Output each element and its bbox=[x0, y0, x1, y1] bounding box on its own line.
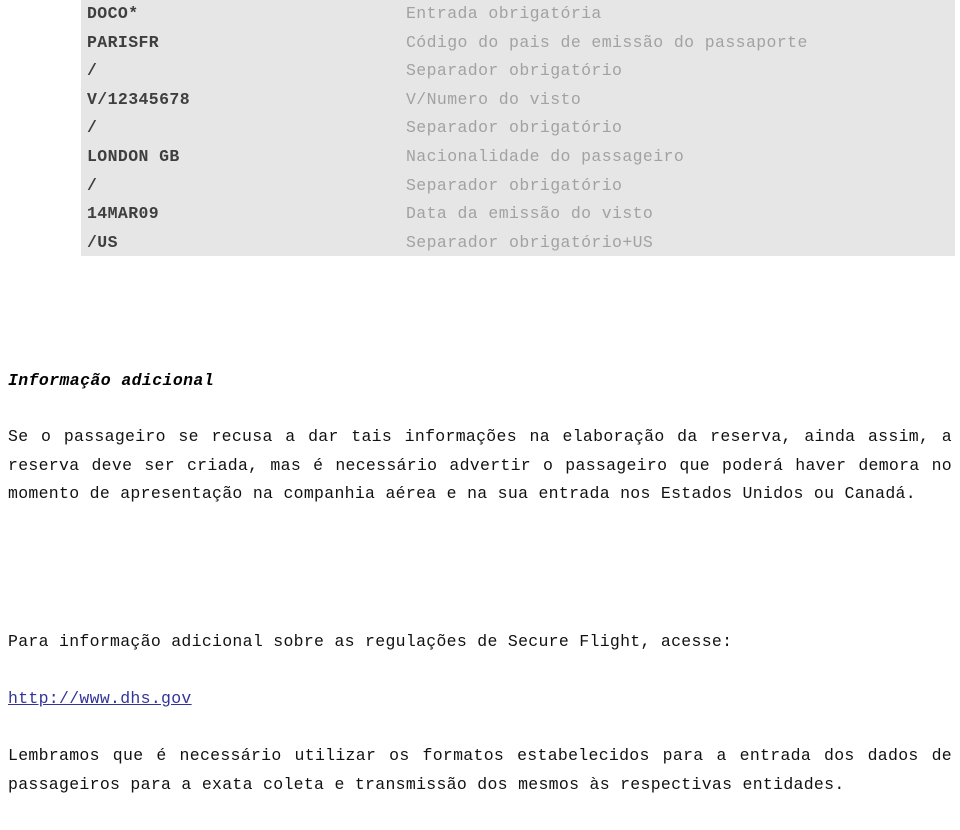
reminder-paragraph: Lembramos que é necessário utilizar os f… bbox=[8, 746, 952, 794]
dhs-website-link[interactable]: http://www.dhs.gov bbox=[8, 689, 192, 708]
format-specification-table: DOCO* Entrada obrigatória PARISFR Código… bbox=[81, 0, 955, 257]
table-row: DOCO* Entrada obrigatória bbox=[81, 0, 955, 29]
format-code-cell: / bbox=[87, 175, 98, 195]
dhs-link-container: http://www.dhs.gov bbox=[8, 685, 192, 714]
table-row: / Separador obrigatório bbox=[81, 172, 955, 201]
section-heading-additional-info: Informação adicional bbox=[8, 371, 215, 390]
format-description-cell: Separador obrigatório+US bbox=[406, 232, 654, 252]
secure-flight-lead-text: Para informação adicional sobre as regul… bbox=[8, 632, 733, 651]
table-row: LONDON GB Nacionalidade do passageiro bbox=[81, 143, 955, 172]
table-row: V/12345678 V/Numero do visto bbox=[81, 86, 955, 115]
format-code-cell: / bbox=[87, 118, 98, 138]
format-code-cell: LONDON GB bbox=[87, 146, 180, 166]
table-row: 14MAR09 Data da emissão do visto bbox=[81, 200, 955, 229]
table-row: / Separador obrigatório bbox=[81, 57, 955, 86]
format-code-cell: 14MAR09 bbox=[87, 204, 160, 224]
table-row: / Separador obrigatório bbox=[81, 114, 955, 143]
format-specification-panel: DOCO* Entrada obrigatória PARISFR Código… bbox=[81, 0, 955, 256]
additional-info-paragraph: Se o passageiro se recusa a dar tais inf… bbox=[8, 427, 952, 504]
format-description-cell: Separador obrigatório bbox=[406, 61, 623, 81]
format-code-cell: / bbox=[87, 61, 98, 81]
format-description-cell: Entrada obrigatória bbox=[406, 4, 602, 23]
format-code-cell: V/12345678 bbox=[87, 89, 191, 109]
format-description-cell: V/Numero do visto bbox=[406, 89, 582, 109]
format-table-body: DOCO* Entrada obrigatória PARISFR Código… bbox=[81, 0, 955, 257]
format-description-cell: Data da emissão do visto bbox=[406, 204, 654, 224]
format-description-cell: Nacionalidade do passageiro bbox=[406, 146, 685, 166]
format-code-cell: /US bbox=[87, 232, 118, 252]
format-code-cell: DOCO* bbox=[87, 4, 139, 23]
format-description-cell: Código do pais de emissão do passaporte bbox=[406, 32, 808, 52]
format-code-cell: PARISFR bbox=[87, 32, 160, 52]
table-row: /US Separador obrigatório+US bbox=[81, 229, 955, 258]
document-page: DOCO* Entrada obrigatória PARISFR Código… bbox=[0, 0, 960, 830]
table-row: PARISFR Código do pais de emissão do pas… bbox=[81, 29, 955, 58]
format-description-cell: Separador obrigatório bbox=[406, 175, 623, 195]
format-description-cell: Separador obrigatório bbox=[406, 118, 623, 138]
